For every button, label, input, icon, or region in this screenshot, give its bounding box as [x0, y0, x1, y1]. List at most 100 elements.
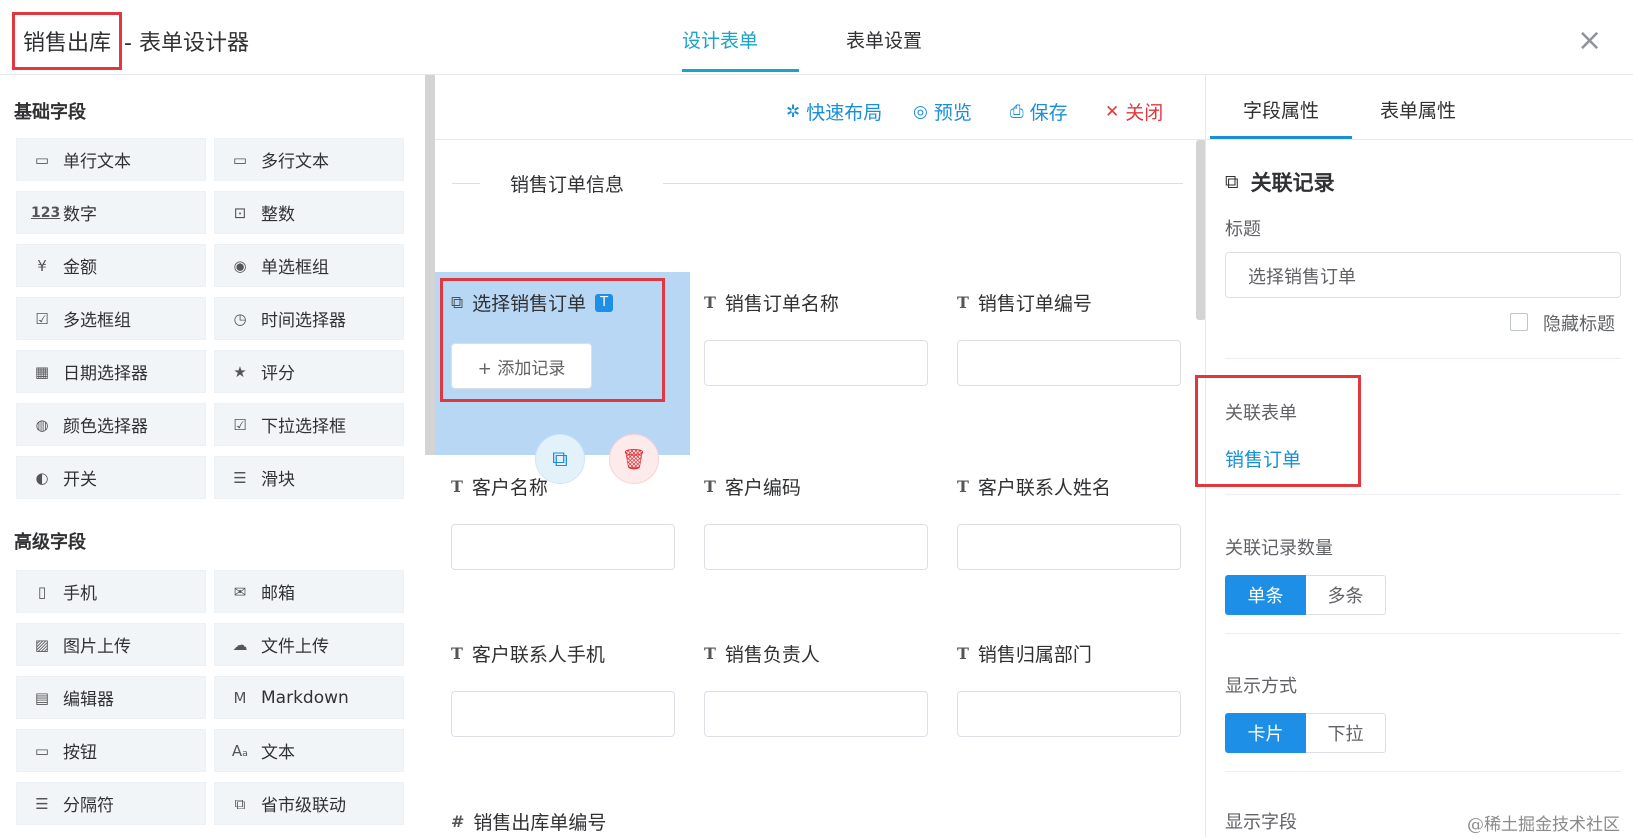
component-slider[interactable]: ☰ 滑块 [214, 456, 404, 499]
field-input[interactable] [704, 691, 928, 737]
component-clock[interactable]: ◷ 时间选择器 [214, 297, 404, 340]
component-editor[interactable]: ▤ 编辑器 [16, 676, 206, 719]
field-input[interactable] [451, 691, 675, 737]
record-count-multiple-button[interactable]: 多条 [1306, 575, 1386, 615]
select-icon: ☑ [233, 415, 247, 434]
component-label: 文本 [261, 743, 295, 763]
tab-field-properties[interactable]: 字段属性 [1243, 96, 1319, 123]
trash-icon: 🗑 [621, 447, 647, 471]
linked-form-label: 关联表单 [1225, 403, 1297, 424]
add-record-button[interactable]: + 添加记录 [451, 343, 592, 389]
field-label[interactable]: T 销售归属部门 [957, 640, 1092, 667]
component-star[interactable]: ★ 评分 [214, 350, 404, 393]
field-label[interactable]: # 销售出库单编号 [451, 808, 606, 835]
field-input[interactable] [957, 691, 1181, 737]
component-select[interactable]: ☑ 下拉选择框 [214, 403, 404, 446]
close-button[interactable]: ✕ 关闭 [1105, 98, 1163, 125]
preview-button[interactable]: ◎ 预览 [913, 98, 972, 125]
selected-field-label: ⧉ 选择销售订单 T [451, 289, 614, 316]
component-toggle[interactable]: ◐ 开关 [16, 456, 206, 499]
watermark: @稀土掘金技术社区 [1467, 815, 1620, 835]
component-radio[interactable]: ◉ 单选框组 [214, 244, 404, 287]
toggle-icon: ◐ [35, 468, 49, 487]
component-markdown[interactable]: M Markdown [214, 676, 404, 719]
field-label-text: 客户联系人姓名 [977, 477, 1111, 499]
tab-design-form[interactable]: 设计表单 [682, 26, 758, 53]
text-badge-icon: T [595, 293, 614, 312]
clock-icon: ◷ [233, 309, 247, 328]
component-label: 手机 [63, 584, 97, 604]
component-cascade[interactable]: ⧉ 省市级联动 [214, 782, 404, 825]
component-palette[interactable]: ◍ 颜色选择器 [16, 403, 206, 446]
component-label: Markdown [261, 687, 349, 708]
field-input[interactable] [957, 340, 1181, 386]
component-label: 颜色选择器 [63, 417, 148, 437]
component-divider[interactable]: ☰ 分隔符 [16, 782, 206, 825]
section-title: 销售订单信息 [510, 174, 625, 196]
component-button[interactable]: ▭ 按钮 [16, 729, 206, 772]
component-label: 单选框组 [261, 258, 329, 278]
title-input[interactable]: 选择销售订单 [1225, 252, 1621, 298]
multi-line-text-icon: ▭ [232, 150, 248, 169]
component-label: 文件上传 [261, 637, 329, 657]
tab-form-settings[interactable]: 表单设置 [846, 26, 922, 53]
field-label[interactable]: T 客户编码 [704, 473, 801, 500]
field-label[interactable]: T 销售负责人 [704, 640, 820, 667]
component-label: 开关 [63, 470, 97, 490]
component-image[interactable]: ▨ 图片上传 [16, 623, 206, 666]
delete-field-button[interactable]: 🗑 [609, 434, 659, 484]
number-icon: 123 [31, 204, 61, 221]
component-panel-scrollbar[interactable] [425, 75, 435, 455]
hash-icon: # [451, 812, 465, 831]
quick-layout-button[interactable]: ✲ 快速布局 [786, 98, 882, 125]
field-input[interactable] [957, 524, 1181, 570]
text-field-icon: T [957, 477, 969, 496]
field-label[interactable]: T 客户联系人手机 [451, 640, 605, 667]
text-icon: Aₐ [231, 741, 249, 760]
section-divider-right [663, 183, 1183, 184]
close-icon[interactable]: × [1577, 26, 1602, 56]
field-label[interactable]: T 销售订单编号 [957, 289, 1092, 316]
hide-title-label: 隐藏标题 [1543, 314, 1615, 335]
component-mail[interactable]: ✉ 邮箱 [214, 570, 404, 613]
divider-icon: ☰ [35, 794, 49, 813]
component-integer[interactable]: ⊡ 整数 [214, 191, 404, 234]
component-label: 多选框组 [63, 311, 131, 331]
component-multi-line-text[interactable]: ▭ 多行文本 [214, 138, 404, 181]
component-upload[interactable]: ☁ 文件上传 [214, 623, 404, 666]
component-phone[interactable]: ▯ 手机 [16, 570, 206, 613]
property-section-title: 关联记录 [1250, 171, 1335, 195]
linked-form-link[interactable]: 销售订单 [1225, 445, 1301, 472]
component-label: 单行文本 [63, 152, 131, 172]
display-mode-dropdown-button[interactable]: 下拉 [1306, 713, 1386, 753]
field-label[interactable]: T 客户名称 [451, 473, 548, 500]
phone-icon: ▯ [37, 582, 47, 601]
component-amount[interactable]: ¥ 金额 [16, 244, 206, 287]
component-single-line-text[interactable]: ▭ 单行文本 [16, 138, 206, 181]
app-title: 销售出库 - 表单设计器 [12, 12, 249, 70]
display-mode-card-button[interactable]: 卡片 [1225, 713, 1306, 753]
hide-title-checkbox[interactable] [1510, 313, 1528, 331]
text-field-icon: T [704, 293, 716, 312]
tab-form-properties[interactable]: 表单属性 [1380, 96, 1456, 123]
component-label: 评分 [261, 364, 295, 384]
field-input[interactable] [451, 524, 675, 570]
text-field-icon: T [957, 644, 969, 663]
save-button[interactable]: ⎙ 保存 [1010, 98, 1068, 125]
record-count-single-button[interactable]: 单条 [1225, 575, 1306, 615]
field-label-text: 客户名称 [471, 477, 548, 499]
link-record-icon: ⧉ [1225, 171, 1239, 193]
component-label: 图片上传 [63, 637, 131, 657]
component-label: 时间选择器 [261, 311, 346, 331]
field-input[interactable] [704, 524, 928, 570]
component-label: 邮箱 [261, 584, 295, 604]
component-checkbox[interactable]: ☑ 多选框组 [16, 297, 206, 340]
component-number[interactable]: 123 数字 [16, 191, 206, 234]
field-input[interactable] [704, 340, 928, 386]
component-text[interactable]: Aₐ 文本 [214, 729, 404, 772]
field-label[interactable]: T 销售订单名称 [704, 289, 839, 316]
display-fields-label: 显示字段 [1225, 812, 1297, 833]
component-calendar[interactable]: ▦ 日期选择器 [16, 350, 206, 393]
field-label[interactable]: T 客户联系人姓名 [957, 473, 1111, 500]
title-highlight: 销售出库 [12, 12, 123, 70]
